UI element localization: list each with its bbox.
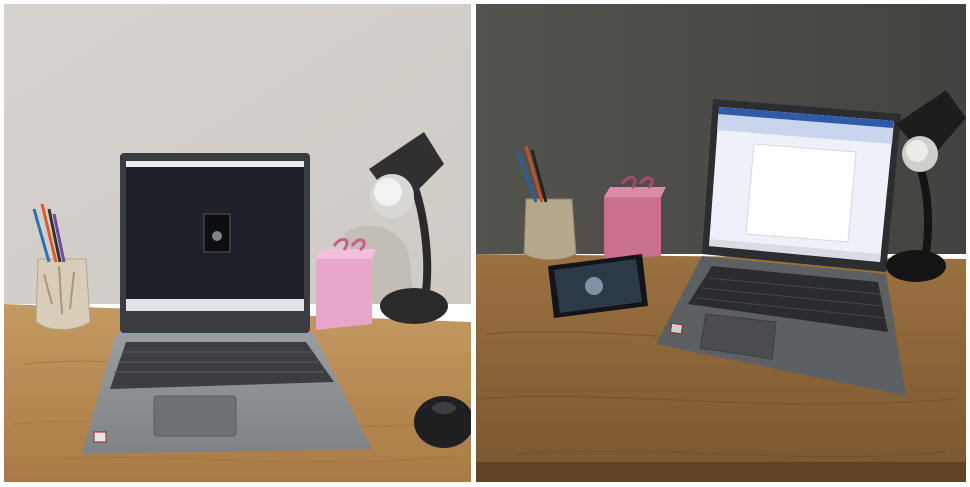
laptop-sticker: [669, 322, 684, 335]
display-topbar: [126, 161, 304, 167]
image-frame: [0, 0, 970, 487]
touchpad: [153, 395, 237, 437]
photo-dim-canvas: [476, 4, 966, 482]
photo-bright-scene: [4, 4, 471, 482]
video-figure: [212, 231, 222, 241]
document-page: [745, 143, 857, 243]
laptop-sticker: [93, 431, 107, 443]
desk-front-edge: [476, 462, 966, 482]
gift-box: [604, 175, 666, 260]
photo-dim-scene: [476, 4, 966, 482]
display-taskbar: [126, 299, 304, 311]
gift-box: [316, 237, 376, 330]
photo-bright-canvas: [4, 4, 471, 482]
keyboard: [110, 342, 334, 389]
